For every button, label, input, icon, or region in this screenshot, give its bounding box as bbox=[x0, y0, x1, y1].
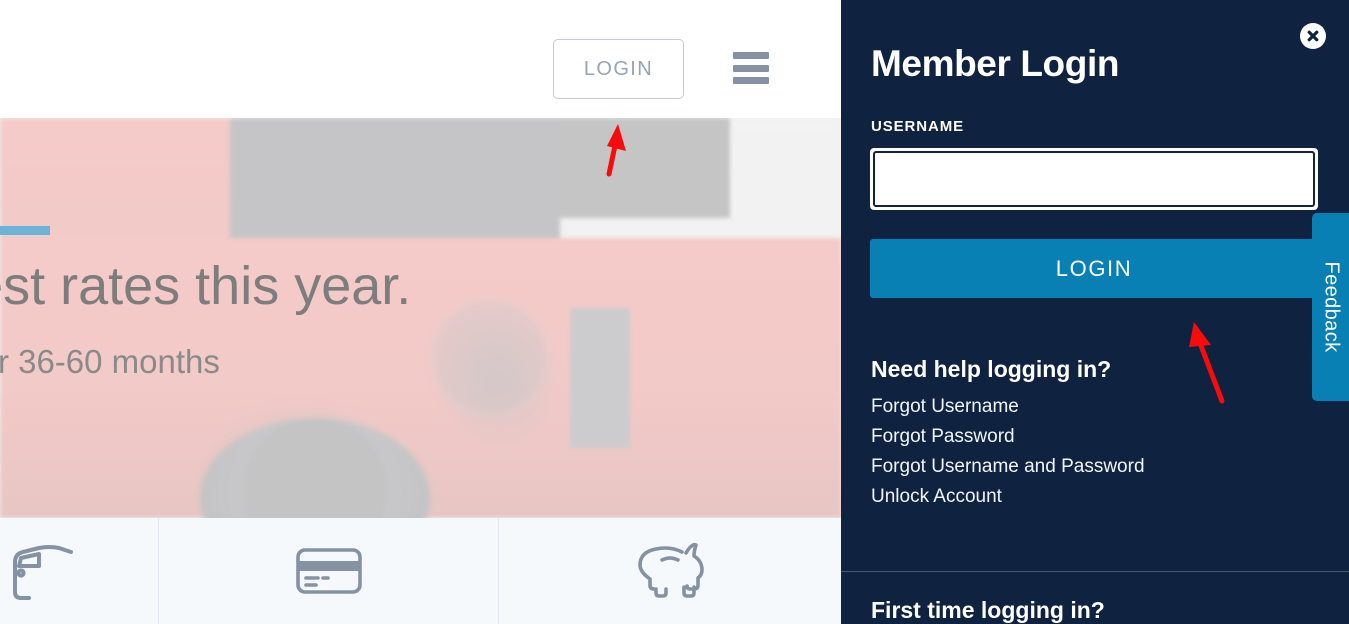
first-time-heading: First time logging in? bbox=[871, 597, 1105, 623]
close-circle-icon[interactable] bbox=[1300, 23, 1326, 49]
header-login-button[interactable]: LOGIN bbox=[553, 39, 684, 99]
feature-cell-savings[interactable] bbox=[499, 518, 842, 624]
close-x-glyph bbox=[1307, 30, 1319, 42]
hamburger-bar bbox=[733, 77, 769, 84]
feature-cell-credit-cards[interactable] bbox=[159, 518, 499, 624]
feature-cell-auto-loans[interactable] bbox=[0, 518, 159, 624]
hero-title: t our best rates this year. bbox=[0, 256, 412, 316]
hero-subtitle: 99% APR for 36-60 months bbox=[0, 343, 220, 380]
username-label: USERNAME bbox=[871, 118, 965, 135]
link-forgot-password[interactable]: Forgot Password bbox=[871, 422, 1311, 452]
help-heading: Need help logging in? bbox=[871, 356, 1112, 382]
username-input[interactable] bbox=[873, 151, 1315, 207]
drawer-login-submit-button[interactable]: LOGIN bbox=[870, 239, 1318, 298]
hamburger-menu-icon[interactable] bbox=[733, 52, 769, 84]
username-field-wrapper bbox=[870, 148, 1318, 210]
help-links-list: Forgot Username Forgot Password Forgot U… bbox=[871, 392, 1311, 512]
site-header: LOGIN bbox=[0, 0, 842, 118]
credit-card-icon bbox=[294, 544, 364, 598]
link-forgot-username-and-password[interactable]: Forgot Username and Password bbox=[871, 452, 1311, 482]
website-content: VICE t our best rates this year. 99% APR… bbox=[0, 0, 842, 624]
hero-banner: VICE t our best rates this year. 99% APR… bbox=[0, 118, 842, 518]
member-login-drawer: Member Login USERNAME LOGIN Need help lo… bbox=[841, 0, 1349, 624]
hero-text-block: VICE t our best rates this year. 99% APR… bbox=[0, 118, 840, 518]
hamburger-bar bbox=[733, 64, 769, 72]
feedback-tab[interactable]: Feedback bbox=[1312, 213, 1349, 401]
link-forgot-username[interactable]: Forgot Username bbox=[871, 392, 1311, 422]
drawer-divider bbox=[841, 571, 1349, 572]
feedback-tab-label: Feedback bbox=[1320, 261, 1342, 353]
link-unlock-account[interactable]: Unlock Account bbox=[871, 482, 1311, 512]
hamburger-bar bbox=[733, 52, 769, 59]
piggy-bank-icon bbox=[632, 541, 708, 601]
screenshot-root: VICE t our best rates this year. 99% APR… bbox=[0, 0, 1349, 624]
car-icon bbox=[13, 540, 91, 602]
feature-strip bbox=[0, 518, 842, 624]
drawer-title: Member Login bbox=[871, 43, 1120, 84]
hero-accent-rule bbox=[0, 226, 50, 235]
